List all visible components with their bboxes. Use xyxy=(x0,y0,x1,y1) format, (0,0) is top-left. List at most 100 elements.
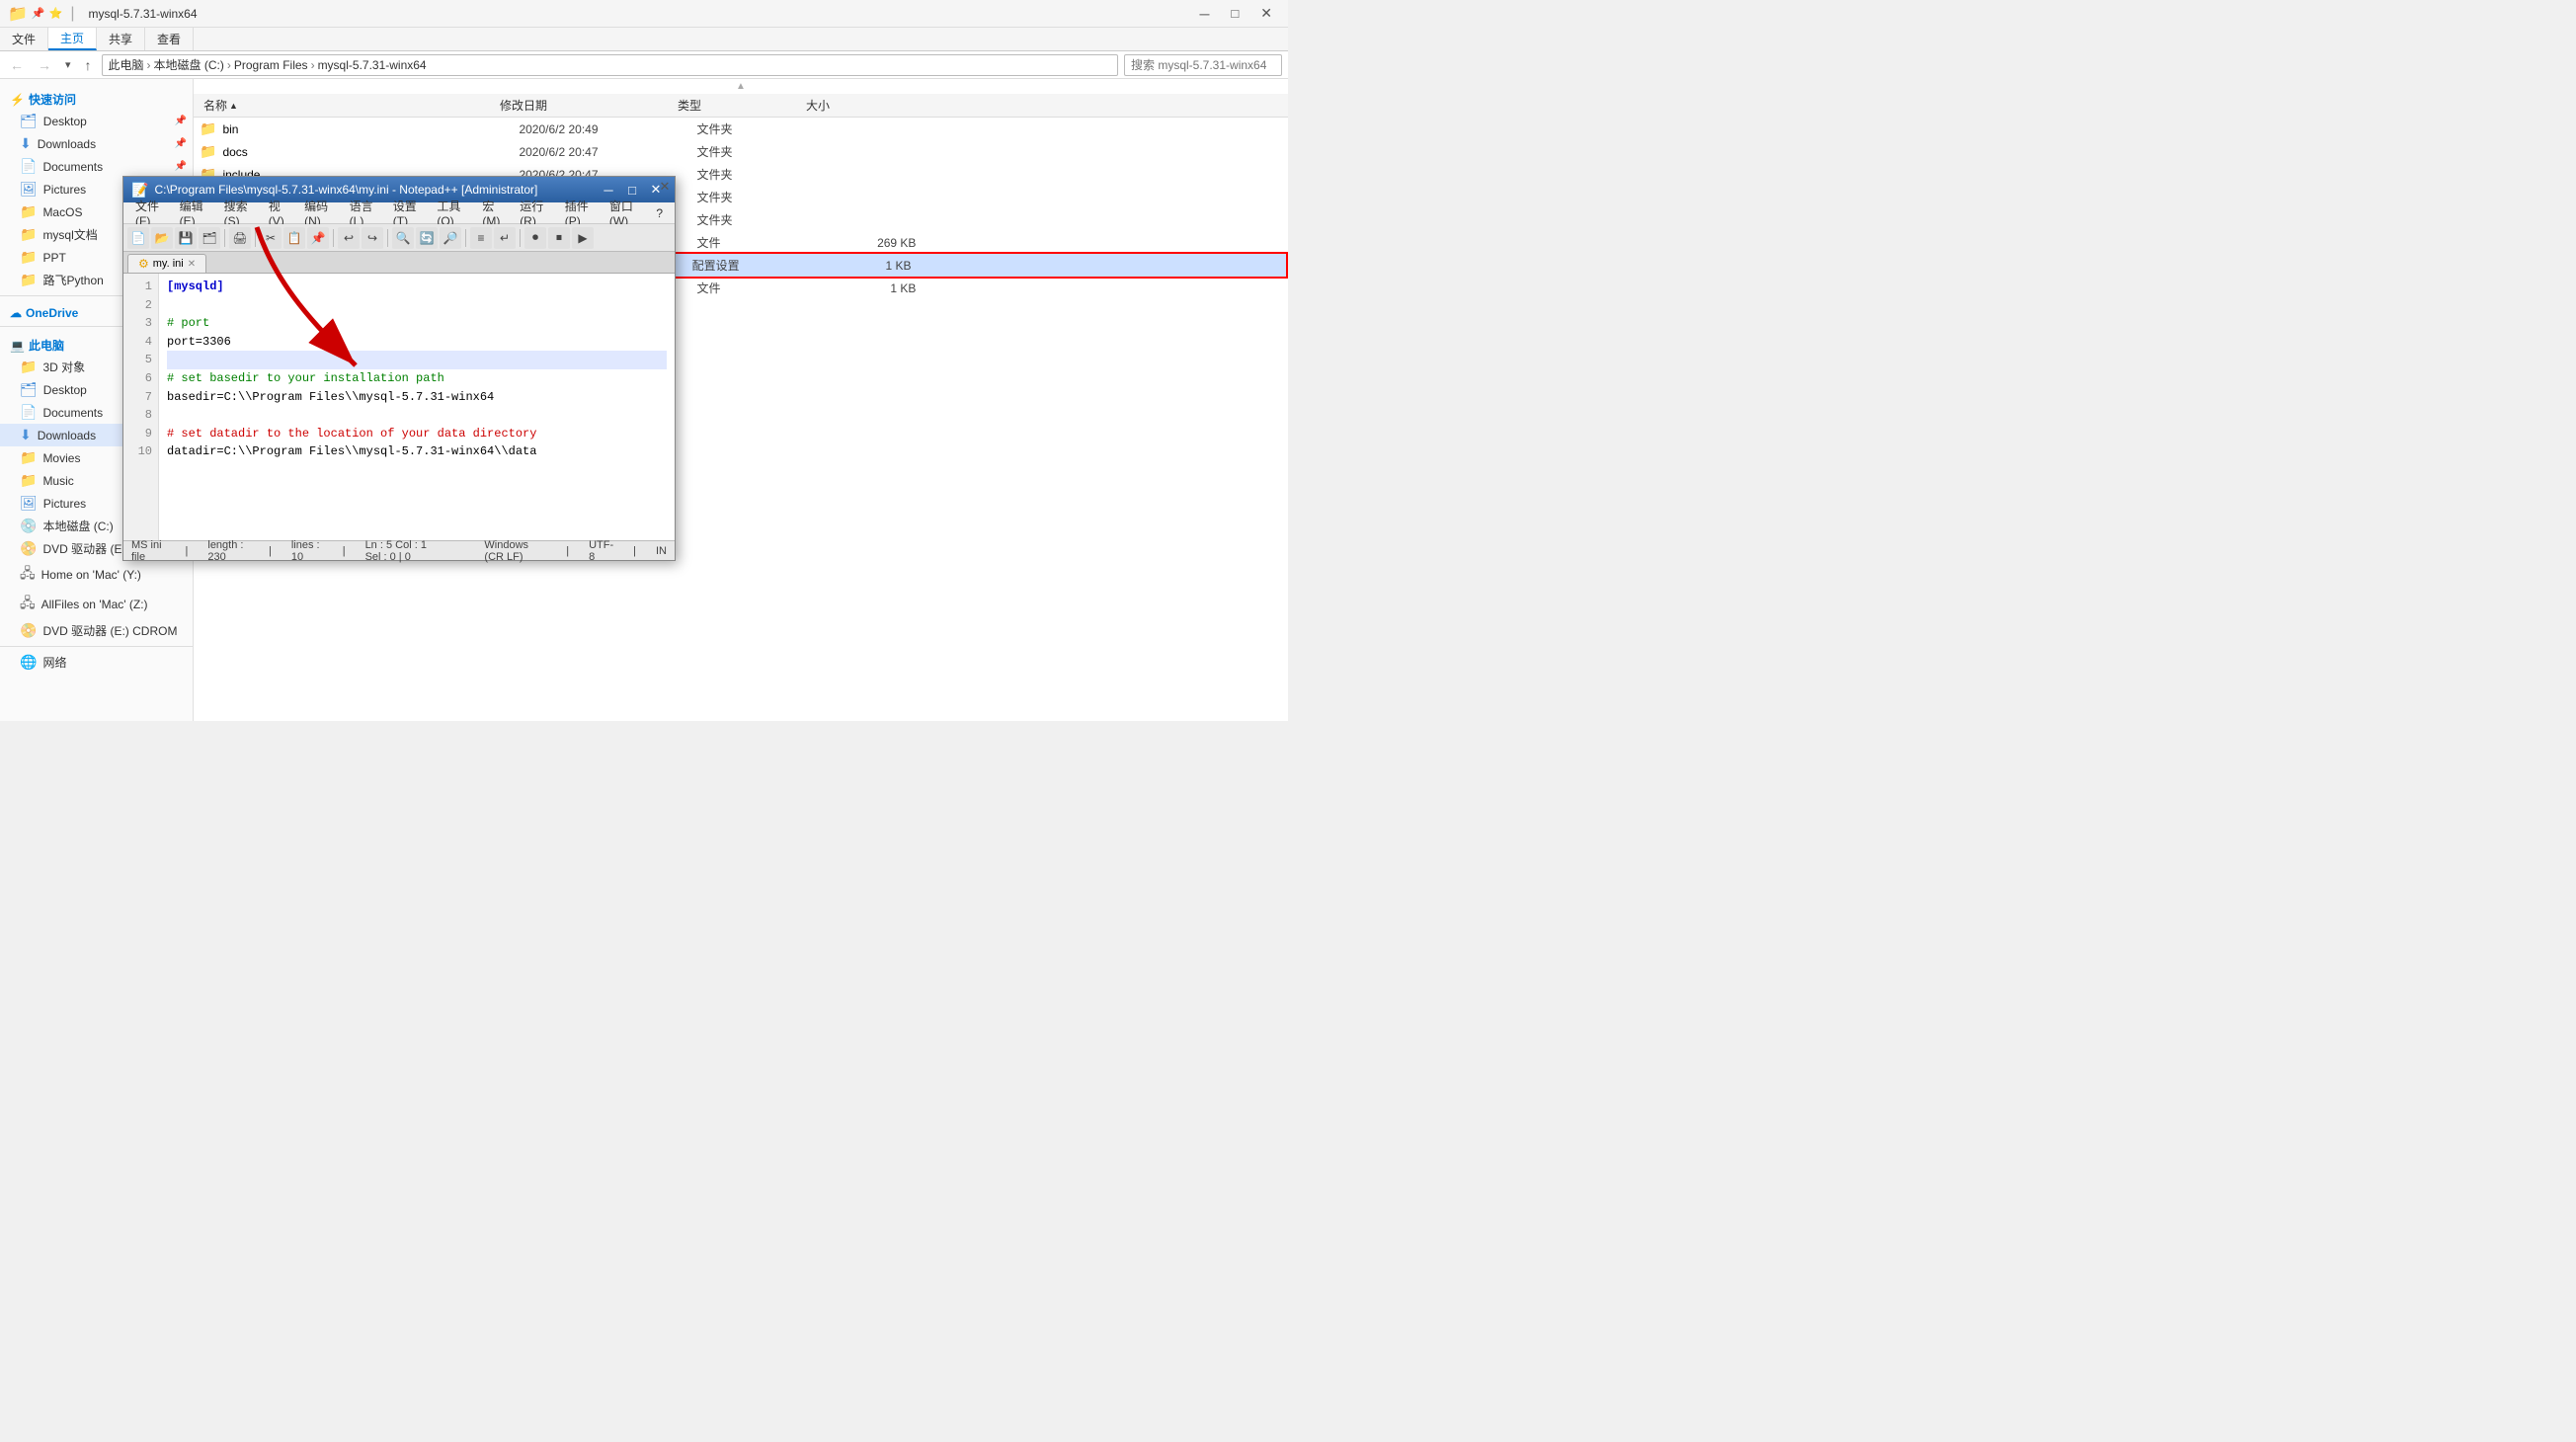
np-tool-sep2 xyxy=(255,229,256,247)
col-header-size[interactable]: 大小 xyxy=(802,97,901,114)
col-header-name[interactable]: 名称 ▲ xyxy=(200,97,496,114)
folder-docs-icon: 📄 xyxy=(20,158,37,175)
np-tool-saveall[interactable]: 🗂 xyxy=(199,227,220,249)
title-sep: | xyxy=(70,5,74,23)
breadcrumb-programfiles[interactable]: Program Files xyxy=(234,58,308,72)
tab-view[interactable]: 查看 xyxy=(145,28,194,50)
drive-z-icon: 🖧 xyxy=(20,593,36,616)
folder-movies-icon: 📁 xyxy=(20,449,37,466)
nav-up[interactable]: ↑ xyxy=(81,55,96,75)
np-status-position: Ln : 5 Col : 1 Sel : 0 | 0 xyxy=(365,539,445,563)
ribbon-tabs: 文件 主页 共享 查看 xyxy=(0,28,1288,51)
nav-back[interactable]: ← xyxy=(6,55,28,75)
col-header-date[interactable]: 修改日期 xyxy=(496,97,674,114)
folder-docs2-icon: 📄 xyxy=(20,404,37,421)
np-tool-undo[interactable]: ↩ xyxy=(338,227,360,249)
np-tool-macro[interactable]: ⏺ xyxy=(524,227,546,249)
np-status-sep3: | xyxy=(343,545,346,557)
np-tab-label: my. ini xyxy=(153,258,184,270)
file-row-bin[interactable]: 📁 bin 2020/6/2 20:49 文件夹 xyxy=(194,118,1288,140)
np-tool-zoomin[interactable]: 🔎 xyxy=(440,227,461,249)
np-tool-wrap[interactable]: ↵ xyxy=(494,227,516,249)
np-tool-save[interactable]: 💾 xyxy=(175,227,197,249)
explorer-title-bar: 📁 📌 ⭐ | mysql-5.7.31-winx64 ─ □ ✕ xyxy=(0,0,1288,28)
np-status-lineending: Windows (CR LF) xyxy=(484,539,546,563)
notepad-window: 📝 C:\Program Files\mysql-5.7.31-winx64\m… xyxy=(122,176,676,561)
folder-icon: 📁 xyxy=(8,4,28,24)
tab-file[interactable]: 文件 xyxy=(0,28,48,50)
np-tool-sep5 xyxy=(465,229,466,247)
tab-share[interactable]: 共享 xyxy=(97,28,145,50)
sidebar-item-network[interactable]: 🌐 网络 xyxy=(0,651,193,674)
folder-macos-icon: 📁 xyxy=(20,203,37,220)
sidebar-item-desktop[interactable]: 🗂 Desktop 📌 xyxy=(0,110,193,132)
breadcrumb-thispc[interactable]: 此电脑 xyxy=(109,56,144,73)
pin-icon-docs: 📌 xyxy=(175,161,187,172)
folder-blue-icon: 🗂 xyxy=(20,113,38,129)
folder-desktop2-icon: 🗂 xyxy=(20,381,38,398)
np-tab-myini[interactable]: ⚙ my. ini ✕ xyxy=(127,254,206,273)
tab-home[interactable]: 主页 xyxy=(48,28,97,50)
sidebar-item-drive-e2[interactable]: 📀 DVD 驱动器 (E:) CDROM xyxy=(0,619,193,642)
code-line-9: # set datadir to the location of your da… xyxy=(167,425,667,443)
code-line-1: [mysqld] xyxy=(167,278,667,296)
np-status-bar: MS ini file | length : 230 | lines : 10 … xyxy=(123,540,675,560)
folder-music-icon: 📁 xyxy=(20,472,37,489)
star-icon: ⭐ xyxy=(49,7,63,20)
sidebar-item-drive-z[interactable]: 🖧 AllFiles on 'Mac' (Z:) xyxy=(0,590,193,619)
np-tool-find[interactable]: 🔍 xyxy=(392,227,414,249)
folder-pics-icon: 🖼 xyxy=(20,181,38,198)
code-line-7: basedir=C:\\Program Files\\mysql-5.7.31-… xyxy=(167,388,667,407)
folder-icon-bin: 📁 xyxy=(200,120,216,137)
search-input[interactable] xyxy=(1124,54,1282,76)
np-menu-bar: 文件(F) 编辑(E) 搜索(S) 视(V) 编码(N) 语言(L) 设置(T)… xyxy=(123,202,675,224)
np-tab-bar: ⚙ my. ini ✕ xyxy=(123,252,675,274)
np-tool-print[interactable]: 🖨 xyxy=(229,227,251,249)
code-line-4: port=3306 xyxy=(167,333,667,352)
np-tool-open[interactable]: 📂 xyxy=(151,227,173,249)
file-row-docs[interactable]: 📁 docs 2020/6/2 20:47 文件夹 xyxy=(194,140,1288,163)
np-status-sep5: | xyxy=(633,545,636,557)
np-tool-indent[interactable]: ≡ xyxy=(470,227,492,249)
address-bar: ← → ▾ ↑ 此电脑 › 本地磁盘 (C:) › Program Files … xyxy=(0,51,1288,79)
pin-icon-desktop: 📌 xyxy=(175,116,187,126)
np-line-numbers: 1 2 3 4 5 6 7 8 9 10 xyxy=(123,274,159,540)
title-bar-icons: 📁 📌 ⭐ | xyxy=(8,4,78,24)
np-tool-replace[interactable]: 🔄 xyxy=(416,227,438,249)
np-tab-icon: ⚙ xyxy=(138,257,149,271)
drive-e-icon: 📀 xyxy=(20,540,37,557)
folder-dl2-icon: ⬇ xyxy=(20,427,32,443)
np-tool-copy[interactable]: 📋 xyxy=(283,227,305,249)
col-header-type[interactable]: 类型 xyxy=(674,97,802,114)
breadcrumb-drive[interactable]: 本地磁盘 (C:) xyxy=(154,56,224,73)
np-status-lines: lines : 10 xyxy=(291,539,323,563)
maximize-btn[interactable]: □ xyxy=(1223,4,1247,23)
folder-3d-icon: 📁 xyxy=(20,359,37,375)
breadcrumb-mysql[interactable]: mysql-5.7.31-winx64 xyxy=(318,58,427,72)
np-tool-new[interactable]: 📄 xyxy=(127,227,149,249)
np-tool-redo[interactable]: ↪ xyxy=(362,227,383,249)
code-line-6: # set basedir to your installation path xyxy=(167,369,667,388)
np-tool-macrostop[interactable]: ⏹ xyxy=(548,227,570,249)
column-headers: 名称 ▲ 修改日期 类型 大小 xyxy=(194,94,1288,118)
nav-down[interactable]: ▾ xyxy=(61,56,75,73)
np-menu-help[interactable]: ? xyxy=(648,204,671,222)
np-tool-macroplay[interactable]: ▶ xyxy=(572,227,594,249)
np-tool-paste[interactable]: 📌 xyxy=(307,227,329,249)
sidebar-item-downloads[interactable]: ⬇ Downloads 📌 xyxy=(0,132,193,155)
np-tool-cut[interactable]: ✂ xyxy=(260,227,282,249)
minimize-btn[interactable]: ─ xyxy=(1191,4,1217,24)
np-status-filetype: MS ini file xyxy=(131,539,166,563)
sidebar-item-documents[interactable]: 📄 Documents 📌 xyxy=(0,155,193,178)
folder-icon-docs: 📁 xyxy=(200,143,216,160)
code-line-8 xyxy=(167,406,667,425)
close-btn[interactable]: ✕ xyxy=(1252,3,1280,24)
nav-forward[interactable]: → xyxy=(34,55,55,75)
drive-y-icon: 🖧 xyxy=(20,563,36,587)
np-code-area[interactable]: [mysqld] # port port=3306 # set basedir … xyxy=(159,274,675,540)
sidebar-item-drive-y[interactable]: 🖧 Home on 'Mac' (Y:) xyxy=(0,560,193,590)
np-tab-close[interactable]: ✕ xyxy=(188,259,196,270)
address-path[interactable]: 此电脑 › 本地磁盘 (C:) › Program Files › mysql-… xyxy=(102,54,1118,76)
np-corner-x[interactable]: ✕ xyxy=(655,177,675,197)
pin-icon-dl: 📌 xyxy=(175,138,187,149)
